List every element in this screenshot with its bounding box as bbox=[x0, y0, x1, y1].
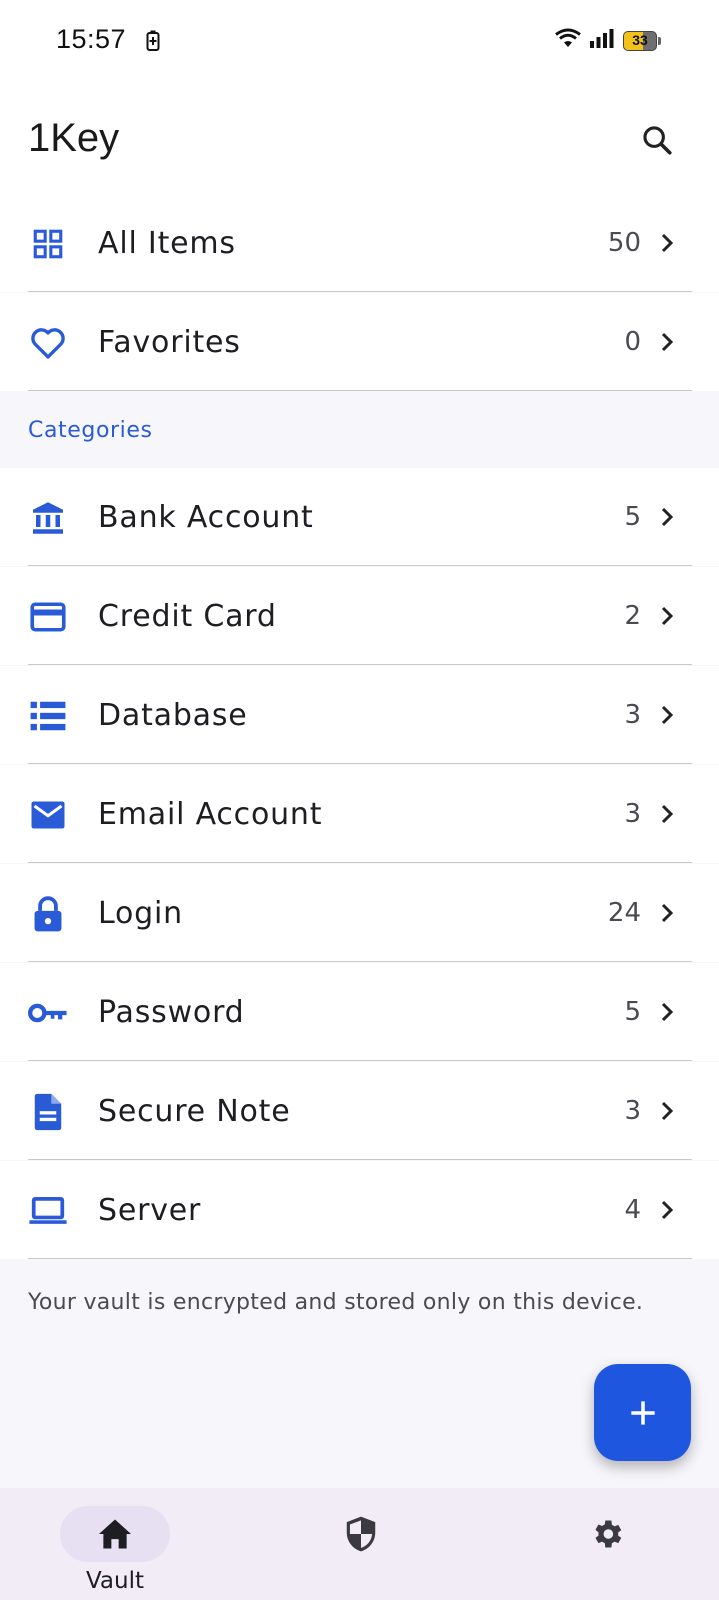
chevron-right-icon bbox=[661, 804, 674, 824]
divider bbox=[28, 564, 692, 566]
heart-icon bbox=[28, 323, 68, 363]
row-label: Bank Account bbox=[98, 500, 314, 535]
row-count: 2 bbox=[624, 601, 641, 631]
row-label: Favorites bbox=[98, 325, 241, 360]
status-icons: 33 bbox=[555, 28, 661, 53]
row-count: 5 bbox=[624, 502, 641, 532]
row-label: Database bbox=[98, 698, 248, 733]
row-count: 3 bbox=[624, 1096, 641, 1126]
status-bar: 15:57 33 bbox=[0, 0, 719, 84]
nav-label: Vault bbox=[85, 1568, 145, 1594]
plus-icon bbox=[630, 1400, 655, 1425]
status-time: 15:57 bbox=[56, 24, 127, 54]
chevron-right-icon bbox=[661, 332, 674, 352]
nav-active-indicator bbox=[60, 1506, 170, 1562]
category-secure-note[interactable]: Secure Note 3 bbox=[0, 1062, 719, 1160]
divider bbox=[28, 663, 692, 665]
row-count: 50 bbox=[607, 228, 641, 258]
search-icon bbox=[643, 126, 672, 155]
chevron-right-icon bbox=[661, 606, 674, 626]
chevron-right-icon bbox=[661, 903, 674, 923]
key-icon bbox=[28, 993, 68, 1033]
nav-vault[interactable]: Vault bbox=[60, 1488, 170, 1600]
chevron-right-icon bbox=[661, 705, 674, 725]
favorites-row[interactable]: Favorites 0 bbox=[0, 293, 719, 391]
row-label: Password bbox=[98, 995, 245, 1030]
signal-icon bbox=[589, 28, 615, 53]
row-label: Server bbox=[98, 1193, 202, 1228]
row-count: 3 bbox=[624, 700, 641, 730]
all-items-row[interactable]: All Items 50 bbox=[0, 194, 719, 292]
bank-icon bbox=[28, 498, 68, 538]
category-email-account[interactable]: Email Account 3 bbox=[0, 765, 719, 863]
category-server[interactable]: Server 4 bbox=[0, 1161, 719, 1259]
app-title: 1Key bbox=[28, 116, 120, 160]
row-label: Credit Card bbox=[98, 599, 277, 634]
battery-saver-icon bbox=[146, 30, 160, 57]
row-count: 24 bbox=[607, 898, 641, 928]
divider bbox=[28, 1158, 692, 1160]
divider bbox=[28, 1059, 692, 1061]
nav-settings[interactable] bbox=[552, 1488, 662, 1600]
document-icon bbox=[28, 1092, 68, 1132]
wifi-icon bbox=[555, 28, 581, 53]
database-icon bbox=[28, 696, 68, 736]
chevron-right-icon bbox=[661, 233, 674, 253]
category-login[interactable]: Login 24 bbox=[0, 864, 719, 962]
category-credit-card[interactable]: Credit Card 2 bbox=[0, 567, 719, 665]
app-bar: 1Key bbox=[0, 84, 719, 194]
divider bbox=[28, 861, 692, 863]
row-count: 5 bbox=[624, 997, 641, 1027]
bottom-navigation: Vault bbox=[0, 1488, 719, 1600]
row-label: All Items bbox=[98, 226, 236, 261]
credit-card-icon bbox=[28, 597, 68, 637]
row-count: 3 bbox=[624, 799, 641, 829]
grid-icon bbox=[28, 224, 68, 264]
battery-icon: 33 bbox=[623, 30, 657, 51]
chevron-right-icon bbox=[661, 507, 674, 527]
divider bbox=[28, 960, 692, 962]
home-icon bbox=[99, 1519, 131, 1549]
shield-icon bbox=[346, 1516, 376, 1552]
row-label: Email Account bbox=[98, 797, 323, 832]
divider bbox=[28, 1257, 692, 1259]
lock-icon bbox=[28, 894, 68, 934]
search-button[interactable] bbox=[635, 118, 679, 162]
divider bbox=[28, 290, 692, 292]
chevron-right-icon bbox=[661, 1200, 674, 1220]
section-label: Categories bbox=[28, 418, 153, 443]
categories-section-header: Categories bbox=[0, 392, 719, 468]
email-icon bbox=[28, 795, 68, 835]
chevron-right-icon bbox=[661, 1002, 674, 1022]
row-count: 0 bbox=[624, 327, 641, 357]
row-count: 4 bbox=[624, 1195, 641, 1225]
add-item-button[interactable] bbox=[594, 1364, 691, 1461]
row-label: Login bbox=[98, 896, 183, 931]
divider bbox=[28, 389, 692, 391]
encryption-note: Your vault is encrypted and stored only … bbox=[28, 1290, 644, 1315]
row-label: Secure Note bbox=[98, 1094, 291, 1129]
divider bbox=[28, 762, 692, 764]
nav-security[interactable] bbox=[306, 1488, 416, 1600]
category-bank-account[interactable]: Bank Account 5 bbox=[0, 468, 719, 566]
category-database[interactable]: Database 3 bbox=[0, 666, 719, 764]
laptop-icon bbox=[28, 1191, 68, 1231]
chevron-right-icon bbox=[661, 1101, 674, 1121]
gear-icon bbox=[595, 1520, 622, 1548]
battery-level: 33 bbox=[632, 31, 648, 48]
category-password[interactable]: Password 5 bbox=[0, 963, 719, 1061]
